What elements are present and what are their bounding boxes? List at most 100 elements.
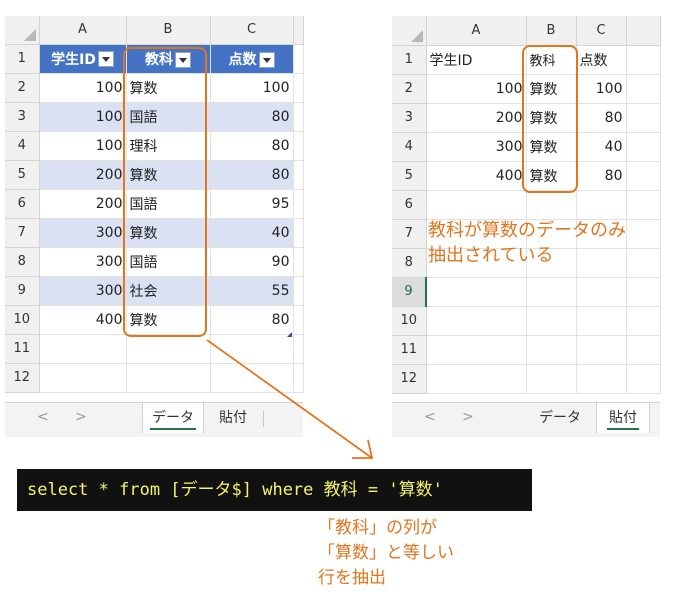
cell[interactable] [626,103,661,133]
column-header-a[interactable]: A [39,16,127,45]
cell[interactable] [576,277,627,307]
cell-score[interactable]: 95 [210,189,294,219]
cell-score[interactable]: 80 [210,102,294,132]
cell[interactable] [39,334,127,364]
cell-score[interactable]: 80 [210,305,294,335]
cell[interactable] [526,277,577,307]
cell[interactable] [126,363,211,393]
cell[interactable] [293,44,304,74]
cell[interactable] [426,190,527,220]
cell[interactable] [626,132,661,162]
cell-student-id[interactable]: 100 [39,131,127,161]
cell[interactable] [293,102,304,132]
cell[interactable] [576,335,627,365]
row-header-10[interactable]: 10 [5,305,40,335]
cell[interactable] [576,190,627,220]
row-header-8[interactable]: 8 [5,247,40,277]
row-header-2[interactable]: 2 [5,73,40,103]
tab-scroll-left-button[interactable]: < [424,409,436,425]
cell-score[interactable]: 100 [576,74,627,104]
cell[interactable] [426,306,527,336]
cell-student-id[interactable]: 400 [39,305,127,335]
cell[interactable] [293,131,304,161]
row-header-10[interactable]: 10 [392,306,427,336]
column-header-c[interactable]: C [210,16,294,45]
cell-score[interactable]: 80 [576,161,627,191]
cell[interactable] [293,276,304,306]
cell[interactable] [426,364,527,394]
table-header-student-id[interactable]: 学生ID [39,44,127,74]
row-header-12[interactable]: 12 [5,363,40,393]
cell[interactable] [293,363,304,393]
tab-scroll-right-button[interactable]: > [75,409,87,425]
tab-scroll-right-button[interactable]: > [462,409,474,425]
cell[interactable] [426,335,527,365]
row-header-2[interactable]: 2 [392,74,427,104]
cell[interactable] [626,45,661,75]
row-header-9[interactable]: 9 [5,276,40,306]
row-header-4[interactable]: 4 [392,132,427,162]
row-header-11[interactable]: 11 [5,334,40,364]
tab-paste-sheet[interactable]: 貼付 [596,403,650,433]
row-header-4[interactable]: 4 [5,131,40,161]
cell[interactable] [526,306,577,336]
cell[interactable] [293,189,304,219]
cell[interactable] [526,190,577,220]
cell-student-id[interactable]: 300 [426,132,527,162]
cell-header-student-id[interactable]: 学生ID [426,45,527,75]
column-header-c[interactable]: C [576,16,627,46]
cell[interactable] [293,247,304,277]
cell-score[interactable]: 100 [210,73,294,103]
cell-header-score[interactable]: 点数 [576,45,627,75]
cell-student-id[interactable]: 200 [39,189,127,219]
cell-score[interactable]: 40 [576,132,627,162]
cell-student-id[interactable]: 200 [39,160,127,190]
row-header-6[interactable]: 6 [392,190,427,220]
cell[interactable] [39,363,127,393]
row-header-7[interactable]: 7 [5,218,40,248]
row-header-5[interactable]: 5 [392,161,427,191]
row-header-1[interactable]: 1 [392,45,427,75]
row-header-12[interactable]: 12 [392,364,427,394]
cell[interactable] [210,363,294,393]
column-header-b[interactable]: B [126,16,211,45]
cell[interactable] [626,161,661,191]
cell[interactable] [626,364,661,394]
cell[interactable] [626,277,661,307]
cell-student-id[interactable]: 300 [39,276,127,306]
cell[interactable] [576,306,627,336]
cell[interactable] [126,334,211,364]
filter-dropdown-icon[interactable] [258,51,275,68]
cell-score[interactable]: 80 [210,160,294,190]
filter-dropdown-icon[interactable] [97,50,114,67]
cell[interactable] [210,334,294,364]
cell[interactable] [626,74,661,104]
cell-student-id[interactable]: 400 [426,161,527,191]
cell-student-id[interactable]: 200 [426,103,527,133]
table-resize-handle[interactable] [287,332,292,337]
cell-student-id[interactable]: 100 [39,73,127,103]
tab-data-sheet[interactable]: データ [530,403,590,433]
cell-score[interactable]: 40 [210,218,294,248]
row-header-7[interactable]: 7 [392,219,427,249]
select-all-corner[interactable] [392,16,427,46]
row-header-5[interactable]: 5 [5,160,40,190]
cell-score[interactable]: 90 [210,247,294,277]
row-header-8[interactable]: 8 [392,248,427,278]
tab-data-sheet[interactable]: データ [142,403,204,433]
row-header-1[interactable]: 1 [5,44,40,74]
row-header-9-selected[interactable]: 9 [392,277,427,307]
cell-score[interactable]: 80 [210,131,294,161]
cell-student-id[interactable]: 100 [426,74,527,104]
cell-score[interactable]: 55 [210,276,294,306]
cell[interactable] [293,334,304,364]
row-header-3[interactable]: 3 [392,103,427,133]
cell[interactable] [526,364,577,394]
cell[interactable] [293,73,304,103]
cell[interactable] [293,305,304,335]
cell[interactable] [293,218,304,248]
tab-paste-sheet[interactable]: 貼付 [208,403,258,433]
column-header-a[interactable]: A [426,16,527,46]
cell[interactable] [293,160,304,190]
cell-student-id[interactable]: 300 [39,247,127,277]
